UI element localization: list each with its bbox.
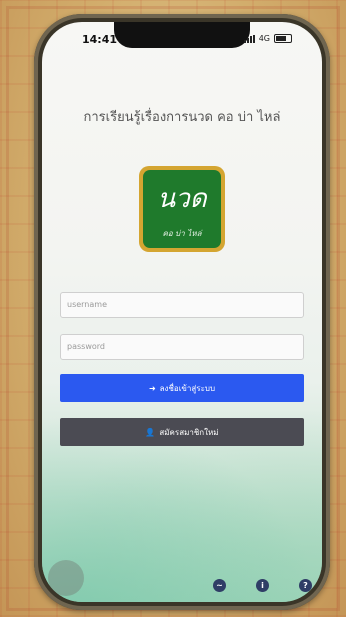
register-button-label: สมัครสมาชิกใหม่ xyxy=(159,427,219,437)
app-logo: นวด คอ บ่า ไหล่ xyxy=(139,166,225,252)
page-title: การเรียนรู้เรื่องการนวด คอ บ่า ไหล่ xyxy=(83,110,281,125)
login-button-label: ลงชื่อเข้าสู่ระบบ xyxy=(159,383,216,393)
phone-frame: 14:41 4G การเรียนรู้เรื่องการนวด คอ บ่า … xyxy=(34,14,330,610)
assistive-touch-button[interactable] xyxy=(48,560,84,596)
password-field[interactable]: password xyxy=(60,334,304,360)
username-field[interactable]: username xyxy=(60,292,304,318)
add-user-icon: 👤 xyxy=(145,427,156,437)
battery-icon xyxy=(274,34,292,43)
status-bar: 14:41 4G xyxy=(42,33,322,51)
background-glow xyxy=(42,382,322,602)
logo-main-text: นวด xyxy=(157,184,207,214)
register-button[interactable]: 👤 สมัครสมาชิกใหม่ xyxy=(60,418,304,446)
logo-inner: นวด คอ บ่า ไหล่ xyxy=(143,170,221,248)
status-time: 14:41 xyxy=(82,33,118,46)
footer-icons: ~ i ? xyxy=(213,579,312,592)
login-button[interactable]: ➜ ลงชื่อเข้าสู่ระบบ xyxy=(60,374,304,402)
username-placeholder: username xyxy=(67,300,107,309)
help-icon[interactable]: ? xyxy=(299,579,312,592)
login-icon: ➜ xyxy=(148,383,156,393)
network-label: 4G xyxy=(258,34,270,43)
status-indicators: 4G xyxy=(243,34,292,43)
password-placeholder: password xyxy=(67,342,105,351)
signal-icon xyxy=(243,34,255,43)
messenger-icon[interactable]: ~ xyxy=(213,579,226,592)
phone-screen: 14:41 4G การเรียนรู้เรื่องการนวด คอ บ่า … xyxy=(42,22,322,602)
logo-sub-text: คอ บ่า ไหล่ xyxy=(162,229,202,238)
info-icon[interactable]: i xyxy=(256,579,269,592)
